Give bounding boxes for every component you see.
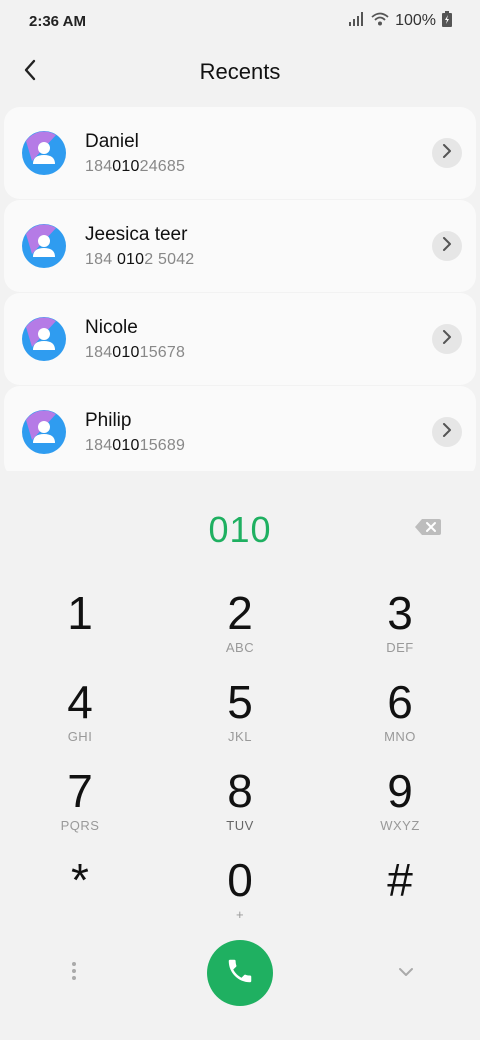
- key-hash[interactable]: #: [320, 852, 480, 941]
- page-title: Recents: [199, 59, 281, 84]
- contact-name: Daniel: [85, 131, 139, 152]
- key-2[interactable]: 2 ABC: [160, 585, 320, 674]
- key-5[interactable]: 5 JKL: [160, 674, 320, 763]
- details-button[interactable]: [432, 324, 462, 354]
- call-button[interactable]: [207, 940, 273, 1006]
- key-letters: PQRS: [60, 818, 100, 833]
- key-letters: DEF: [386, 640, 414, 655]
- avatar: [22, 224, 66, 268]
- key-digit: 6: [387, 676, 413, 728]
- key-7[interactable]: 7 PQRS: [0, 763, 160, 852]
- chevron-right-icon: [442, 143, 452, 163]
- key-3[interactable]: 3 DEF: [320, 585, 480, 674]
- recents-list: Daniel 18401024685 Jeesica teer 184 0102…: [4, 107, 476, 471]
- key-digit: 4: [67, 676, 93, 728]
- key-letters: +: [235, 907, 245, 922]
- collapse-keypad-button[interactable]: [394, 963, 418, 983]
- status-icons: 100%: [349, 10, 452, 32]
- contact-name: Philip: [85, 410, 132, 431]
- contact-name: Jeesica teer: [85, 224, 188, 245]
- key-digit: 1: [67, 587, 93, 639]
- bottom-bar: [0, 940, 480, 1006]
- backspace-button[interactable]: [414, 516, 442, 538]
- details-button[interactable]: [432, 138, 462, 168]
- key-9[interactable]: 9 WXYZ: [320, 763, 480, 852]
- key-0[interactable]: 0 +: [160, 852, 320, 941]
- key-star[interactable]: *: [0, 852, 160, 941]
- key-digit: 9: [387, 765, 413, 817]
- back-arrow-icon: [23, 59, 37, 86]
- key-digit: #: [387, 854, 413, 906]
- key-8[interactable]: 8 TUV: [160, 763, 320, 852]
- avatar: [22, 131, 66, 175]
- more-vertical-icon: [71, 961, 77, 986]
- details-button[interactable]: [432, 417, 462, 447]
- back-button[interactable]: [12, 54, 48, 90]
- key-digit: 3: [387, 587, 413, 639]
- chevron-right-icon: [442, 236, 452, 256]
- key-letters: WXYZ: [380, 818, 420, 833]
- avatar: [22, 410, 66, 454]
- battery-icon: [442, 10, 452, 32]
- contact-number: 18401024685: [85, 158, 186, 175]
- key-letters: JKL: [228, 729, 252, 744]
- key-letters: MNO: [384, 729, 416, 744]
- key-letters: GHI: [67, 729, 93, 744]
- key-digit: 8: [227, 765, 253, 817]
- contact-number: 184 0102 5042: [85, 251, 195, 268]
- key-digit: 5: [227, 676, 253, 728]
- key-digit: 2: [227, 587, 253, 639]
- key-digit: 0: [227, 854, 253, 906]
- status-bar: 2:36 AM 100%: [0, 0, 480, 42]
- contact-item[interactable]: Daniel 18401024685: [4, 107, 476, 199]
- key-1[interactable]: 1: [0, 585, 160, 674]
- wifi-icon: [371, 12, 389, 31]
- key-digit: 7: [67, 765, 93, 817]
- contact-item[interactable]: Nicole 18401015678: [4, 293, 476, 385]
- contact-number: 18401015689: [85, 437, 186, 454]
- keypad: 1 2 ABC 3 DEF 4 GHI 5 JKL 6 MNO 7 PQRS 8…: [0, 585, 480, 941]
- avatar: [22, 317, 66, 361]
- key-letters: ABC: [225, 640, 255, 655]
- dial-display: 010: [0, 500, 480, 560]
- contact-item[interactable]: Philip 18401015689: [4, 386, 476, 471]
- key-6[interactable]: 6 MNO: [320, 674, 480, 763]
- battery-percent: 100%: [395, 12, 436, 29]
- key-4[interactable]: 4 GHI: [0, 674, 160, 763]
- key-digit: *: [71, 854, 89, 906]
- chevron-down-icon: [398, 964, 414, 982]
- status-time: 2:36 AM: [29, 12, 86, 30]
- contact-item[interactable]: Jeesica teer 184 0102 5042: [4, 200, 476, 292]
- phone-icon: [225, 956, 255, 991]
- signal-icon: [349, 11, 365, 31]
- backspace-icon: [414, 519, 442, 542]
- details-button[interactable]: [432, 231, 462, 261]
- chevron-right-icon: [442, 422, 452, 442]
- contact-name: Nicole: [85, 317, 138, 338]
- contact-number: 18401015678: [85, 344, 186, 361]
- more-options-button[interactable]: [64, 961, 84, 985]
- chevron-right-icon: [442, 329, 452, 349]
- key-letters: TUV: [226, 818, 254, 833]
- header: Recents: [0, 42, 480, 102]
- dialed-number: 010: [208, 509, 272, 550]
